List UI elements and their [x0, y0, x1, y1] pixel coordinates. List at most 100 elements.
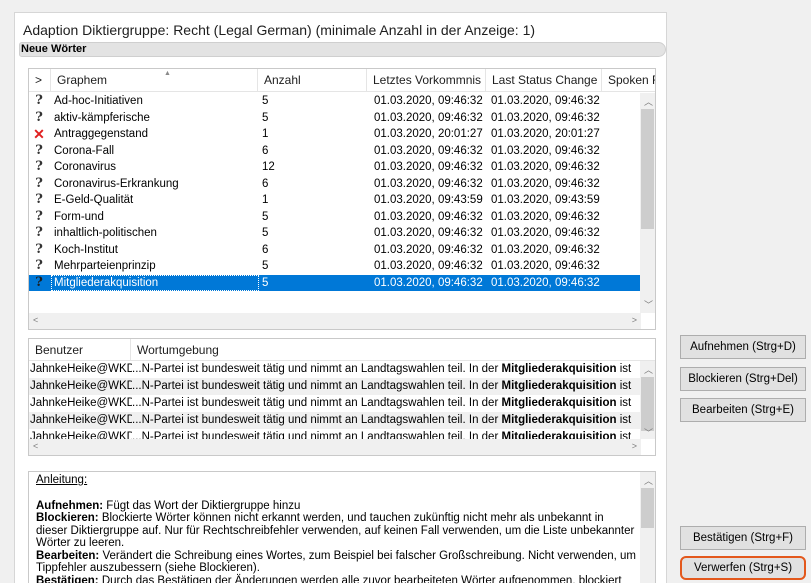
- scrollbar-thumb[interactable]: [641, 488, 654, 528]
- aufnehmen-button[interactable]: Aufnehmen (Strg+D): [680, 335, 806, 359]
- cell-benutzer: JahnkeHeike@WKD: [30, 414, 132, 426]
- cell-anzahl: 5: [262, 260, 269, 272]
- verwerfen-button[interactable]: Verwerfen (Strg+S): [680, 556, 806, 580]
- cell-benutzer: JahnkeHeike@WKD: [30, 363, 132, 375]
- instruction-blockieren: Blockieren: Blockierte Wörter können nic…: [36, 512, 635, 549]
- context-row[interactable]: JahnkeHeike@WKD ...N-Partei ist bundeswei…: [29, 361, 641, 378]
- words-vertical-scrollbar[interactable]: ︿ ﹀: [640, 93, 655, 313]
- scroll-right-icon[interactable]: >: [632, 441, 637, 451]
- context-horizontal-scrollbar[interactable]: < >: [29, 439, 641, 455]
- scroll-left-icon[interactable]: <: [33, 441, 38, 451]
- table-row[interactable]: ? Form-und 5 01.03.2020, 09:46:32 01.03.2020…: [29, 209, 641, 226]
- cell-anzahl: 5: [262, 227, 269, 239]
- scroll-up-icon[interactable]: ︿: [644, 95, 653, 108]
- words-horizontal-scrollbar[interactable]: < >: [29, 313, 641, 329]
- question-icon: ?: [35, 208, 43, 224]
- blockieren-button[interactable]: Blockieren (Strg+Del): [680, 367, 806, 391]
- cell-last-status-change: 01.03.2020, 09:46:32: [491, 177, 600, 190]
- question-icon: ?: [35, 241, 43, 257]
- words-grid[interactable]: > Graphem ▲ Anzahl Letztes Vorkommnis La…: [28, 68, 656, 330]
- context-row[interactable]: JahnkeHeike@WKD ...N-Partei ist bundeswei…: [29, 395, 641, 412]
- scrollbar-thumb[interactable]: [641, 377, 654, 431]
- cell-graphem: Mehrparteienprinzip: [54, 260, 156, 272]
- context-row[interactable]: JahnkeHeike@WKD ...N-Partei ist bundeswei…: [29, 412, 641, 429]
- column-header-spoken-form[interactable]: Spoken F: [602, 69, 655, 91]
- section-header-new-words[interactable]: Neue Wörter: [19, 42, 666, 57]
- table-row[interactable]: ? Corona-Fall 6 01.03.2020, 09:46:32 01.03.2…: [29, 143, 641, 160]
- cell-letztes-vorkommnis: 01.03.2020, 09:46:32: [374, 161, 483, 173]
- question-icon: ?: [35, 192, 43, 207]
- column-header-graphem[interactable]: Graphem: [51, 69, 258, 91]
- words-grid-rows: ? Ad-hoc-Initiativen 5 01.03.2020, 09:46:32…: [29, 93, 641, 291]
- bearbeiten-button[interactable]: Bearbeiten (Strg+E): [680, 398, 806, 422]
- focus-rectangle: [51, 274, 259, 291]
- cell-graphem: Ad-hoc-Initiativen: [54, 95, 143, 107]
- cell-graphem: Corona-Fall: [54, 144, 115, 157]
- table-row[interactable]: ? Coronavirus-Erkrankung 6 01.03.2020, 09:4…: [29, 176, 641, 193]
- table-row[interactable]: ? inhaltlich-politischen 5 01.03.2020, 09:4…: [29, 225, 641, 242]
- instruction-bestaetigen: Bestätigen: Durch das Bestätigen der Änd…: [36, 574, 622, 583]
- action-panel: Aufnehmen (Strg+D) Blockieren (Strg+Del)…: [670, 0, 811, 583]
- cell-benutzer: JahnkeHeike@WKD: [30, 380, 132, 392]
- scroll-right-icon[interactable]: >: [632, 315, 637, 325]
- table-row[interactable]: ? Mehrparteienprinzip 5 01.03.2020, 09:46:3…: [29, 258, 641, 275]
- cell-wortumgebung: ...N-Partei ist bundesweit tätig und nim…: [132, 380, 632, 392]
- column-header-letztes-vorkommnis[interactable]: Letztes Vorkommnis: [367, 69, 486, 91]
- cell-last-status-change: 01.03.2020, 09:46:32: [491, 161, 600, 173]
- question-icon: ?: [35, 225, 43, 240]
- cell-letztes-vorkommnis: 01.03.2020, 09:46:32: [374, 243, 483, 256]
- context-grid[interactable]: Benutzer Wortumgebung JahnkeHeike@WKD...…: [28, 338, 656, 456]
- instructions-vertical-scrollbar[interactable]: ︿ ﹀: [640, 472, 655, 583]
- table-row[interactable]: ? Koch-Institut 6 01.03.2020, 09:46:32 01.03…: [29, 242, 641, 259]
- context-grid-header: Benutzer Wortumgebung: [29, 339, 655, 361]
- table-row[interactable]: ? Mitgliederakquisition 5 01.03.2020, 09:46…: [29, 274, 641, 291]
- cell-last-status-change: 01.03.2020, 09:46:32: [491, 243, 600, 256]
- instructions-text: Anleitung: Aufnehmen: Fügt das Wort der …: [36, 474, 636, 583]
- cell-last-status-change: 01.03.2020, 09:46:32: [491, 276, 600, 289]
- column-header-last-status-change[interactable]: Last Status Change: [486, 69, 602, 91]
- instructions-heading: Anleitung:: [36, 474, 88, 486]
- adaption-panel: Adaption Diktiergruppe: Recht (Legal Ger…: [14, 12, 667, 583]
- cell-benutzer: JahnkeHeike@WKD: [30, 397, 132, 409]
- cell-graphem: Form-und: [54, 210, 104, 223]
- cell-last-status-change: 01.03.2020, 09:46:32: [491, 144, 600, 157]
- cell-anzahl: 6: [262, 144, 269, 157]
- column-header-expand[interactable]: >: [29, 69, 51, 91]
- cell-graphem: inhaltlich-politischen: [54, 227, 157, 239]
- table-row[interactable]: ? aktiv-kämpferische 5 01.03.2020, 09:46:32…: [29, 110, 641, 127]
- column-header-wortumgebung[interactable]: Wortumgebung: [131, 339, 655, 361]
- bestaetigen-button[interactable]: Bestätigen (Strg+F): [680, 526, 806, 550]
- cell-wortumgebung: ...N-Partei ist bundesweit tätig und nim…: [132, 397, 632, 409]
- instruction-aufnehmen: Aufnehmen: Fügt das Wort der Diktiergrup…: [36, 499, 301, 512]
- cell-last-status-change: 01.03.2020, 09:43:59: [491, 194, 600, 206]
- table-row[interactable]: ? Coronavirus 12 01.03.2020, 09:46:32 01.03.…: [29, 159, 641, 176]
- table-row[interactable]: ✕ Antraggegenstand 1 01.03.2020, 20:01:27 01…: [29, 126, 641, 143]
- cell-wortumgebung: ...N-Partei ist bundesweit tätig und nim…: [132, 363, 632, 375]
- cell-letztes-vorkommnis: 01.03.2020, 09:46:32: [374, 111, 483, 124]
- cell-anzahl: 6: [262, 243, 269, 256]
- table-row[interactable]: ? E-Geld-Qualität 1 01.03.2020, 09:43:59 01.…: [29, 192, 641, 209]
- context-row[interactable]: JahnkeHeike@WKD ...N-Partei ist bundeswei…: [29, 378, 641, 395]
- cell-anzahl: 5: [262, 210, 269, 223]
- scroll-down-icon[interactable]: ﹀: [644, 426, 653, 439]
- question-icon: ?: [35, 93, 43, 108]
- scroll-down-icon[interactable]: ﹀: [644, 298, 653, 311]
- scroll-up-icon[interactable]: ︿: [644, 474, 653, 487]
- column-header-benutzer[interactable]: Benutzer: [29, 339, 131, 361]
- cell-letztes-vorkommnis: 01.03.2020, 09:46:32: [374, 210, 483, 223]
- cell-wortumgebung: ...N-Partei ist bundesweit tätig und nim…: [132, 414, 632, 426]
- cell-letztes-vorkommnis: 01.03.2020, 20:01:27: [374, 128, 483, 140]
- scrollbar-thumb[interactable]: [641, 109, 654, 229]
- context-vertical-scrollbar[interactable]: ︿ ﹀: [640, 361, 655, 439]
- question-icon: ?: [35, 159, 43, 174]
- column-header-anzahl[interactable]: Anzahl: [258, 69, 367, 91]
- cell-last-status-change: 01.03.2020, 09:46:32: [491, 210, 600, 223]
- cell-letztes-vorkommnis: 01.03.2020, 09:46:32: [374, 144, 483, 157]
- sort-ascending-icon: ▲: [164, 70, 171, 77]
- scroll-left-icon[interactable]: <: [33, 315, 38, 325]
- table-row[interactable]: ? Ad-hoc-Initiativen 5 01.03.2020, 09:46:32…: [29, 93, 641, 110]
- question-icon: ?: [35, 175, 43, 191]
- scroll-up-icon[interactable]: ︿: [644, 363, 653, 376]
- instructions-box[interactable]: Anleitung: Aufnehmen: Fügt das Wort der …: [28, 471, 656, 583]
- cell-last-status-change: 01.03.2020, 09:46:32: [491, 111, 600, 124]
